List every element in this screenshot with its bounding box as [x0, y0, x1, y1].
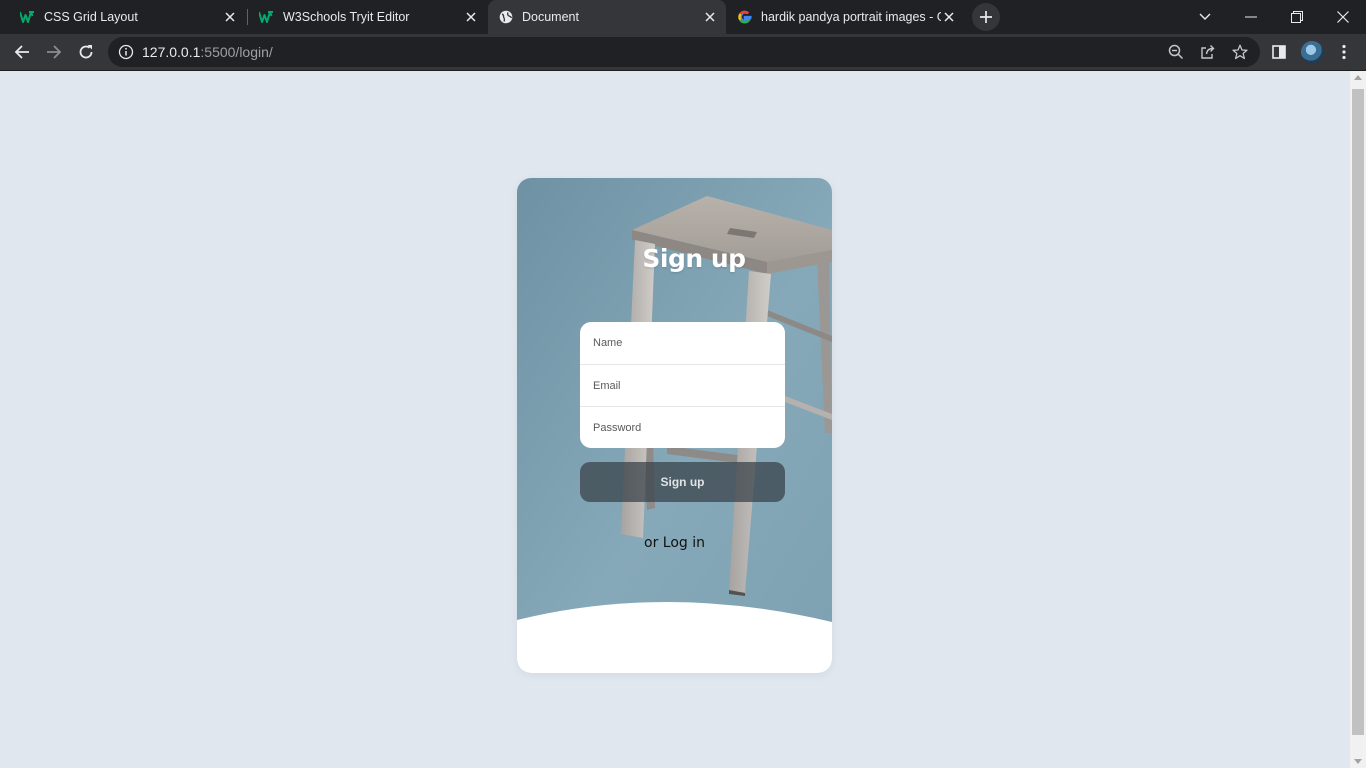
page-viewport: Sign up Sign up or Log in — [0, 71, 1350, 768]
tab-title: hardik pandya portrait images - G — [761, 10, 941, 24]
tab-close-icon[interactable] — [702, 9, 718, 25]
globe-icon — [498, 9, 514, 25]
tab-close-icon[interactable] — [463, 9, 479, 25]
tab-google-search[interactable]: hardik pandya portrait images - G — [727, 0, 965, 34]
tab-css-grid-layout[interactable]: CSS Grid Layout — [0, 0, 246, 34]
side-panel-button[interactable] — [1265, 38, 1293, 66]
restore-icon — [1291, 11, 1303, 23]
scroll-down-arrow-icon[interactable] — [1354, 759, 1362, 764]
login-prompt: or Log in — [517, 535, 832, 551]
reload-icon — [79, 45, 93, 59]
close-icon — [1337, 11, 1349, 23]
restore-button[interactable] — [1274, 0, 1320, 34]
arrow-right-icon — [47, 45, 62, 59]
email-field[interactable] — [580, 364, 785, 406]
minimize-icon — [1245, 16, 1257, 18]
share-icon[interactable] — [1198, 42, 1218, 62]
more-vert-icon — [1342, 44, 1346, 60]
tab-w3schools-tryit-editor[interactable]: W3Schools Tryit Editor — [247, 0, 487, 34]
scroll-up-arrow-icon[interactable] — [1354, 75, 1362, 80]
menu-button[interactable] — [1330, 38, 1358, 66]
tab-close-icon[interactable] — [222, 9, 238, 25]
tab-strip: CSS Grid Layout W3Schools Tryit Editor D… — [0, 0, 1366, 34]
url-host: 127.0.0.1 — [142, 44, 201, 60]
minimize-button[interactable] — [1228, 0, 1274, 34]
plus-icon — [980, 11, 992, 23]
close-window-button[interactable] — [1320, 0, 1366, 34]
address-bar[interactable]: 127.0.0.1:5500/login/ — [108, 37, 1260, 67]
info-icon[interactable] — [118, 44, 134, 60]
name-field[interactable] — [580, 322, 785, 364]
page-scrollbar[interactable] — [1350, 71, 1366, 768]
page-title: Sign up — [642, 244, 746, 273]
w3schools-favicon-icon — [259, 9, 275, 25]
back-button[interactable] — [8, 38, 36, 66]
chevron-down-icon — [1199, 13, 1211, 20]
w3schools-favicon-icon — [20, 9, 36, 25]
tab-close-icon[interactable] — [941, 9, 957, 25]
zoom-icon[interactable] — [1166, 42, 1186, 62]
arrow-left-icon — [14, 45, 29, 59]
google-favicon-icon — [737, 9, 753, 25]
login-prefix: or — [644, 535, 659, 551]
login-link[interactable]: Log in — [663, 535, 705, 551]
signup-button[interactable]: Sign up — [580, 462, 785, 502]
tab-title: W3Schools Tryit Editor — [283, 10, 410, 24]
tab-search-button[interactable] — [1182, 0, 1228, 34]
new-tab-button[interactable] — [972, 3, 1000, 31]
side-panel-icon — [1272, 45, 1286, 59]
url-text[interactable]: 127.0.0.1:5500/login/ — [142, 44, 273, 60]
scrollbar-thumb[interactable] — [1352, 89, 1364, 735]
url-path: :5500/login/ — [200, 44, 273, 60]
password-field[interactable] — [580, 406, 785, 448]
reload-button[interactable] — [72, 38, 100, 66]
profile-avatar[interactable] — [1301, 41, 1323, 63]
star-icon[interactable] — [1230, 42, 1250, 62]
signup-card: Sign up Sign up or Log in — [517, 178, 832, 673]
forward-button[interactable] — [40, 38, 68, 66]
tab-document[interactable]: Document — [488, 0, 726, 34]
signup-form — [580, 322, 785, 448]
tab-title: Document — [522, 10, 579, 24]
tab-title: CSS Grid Layout — [44, 10, 138, 24]
browser-toolbar: 127.0.0.1:5500/login/ — [0, 34, 1366, 71]
